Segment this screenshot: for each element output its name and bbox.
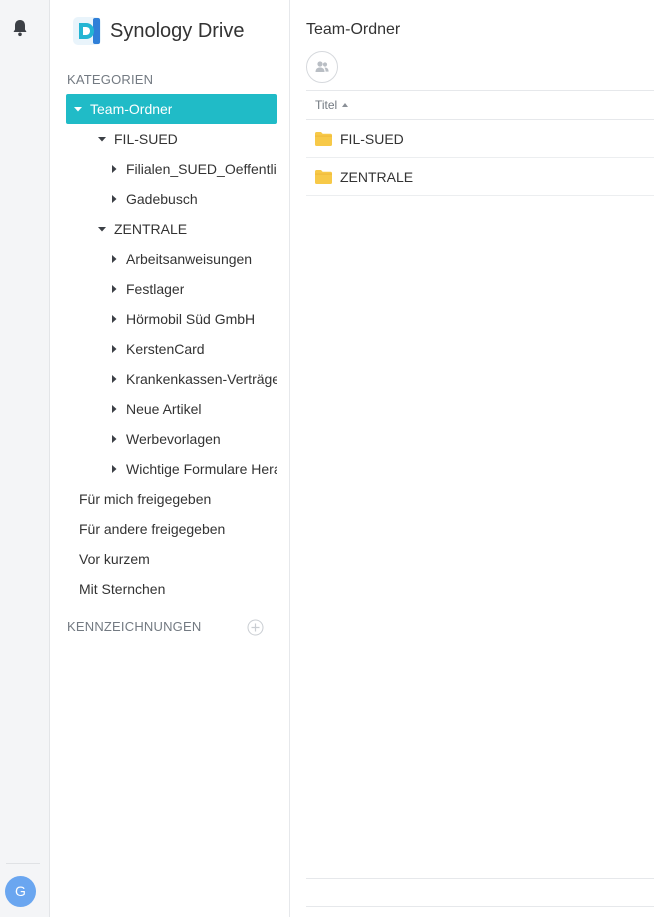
sidebar-tree-item-label: Team-Ordner [90,101,173,117]
synology-drive-app: G Synology Drive KATEGORIEN Team-Ordner F… [0,0,654,917]
synology-drive-logo-icon [73,17,101,45]
sidebar-nav-item[interactable]: Für andere freigegeben [66,514,277,544]
sidebar-tree-item-label: KerstenCard [126,341,205,357]
sidebar-tree-item-label: Arbeitsanweisungen [126,251,253,267]
sidebar-tree-item-label: Werbevorlagen [126,431,221,447]
sidebar-tree-item[interactable]: Werbevorlagen [66,424,277,454]
column-header-title[interactable]: Titel [306,90,654,120]
caret-down-icon[interactable] [98,135,106,143]
file-row-name: FIL-SUED [340,130,404,147]
sidebar-tree-item[interactable]: Gadebusch [66,184,277,214]
caret-right-icon[interactable] [110,375,118,383]
caret-right-icon[interactable] [110,345,118,353]
sidebar-tree-item-label: Gadebusch [126,191,198,207]
caret-down-icon[interactable] [98,225,106,233]
left-rail: G [0,0,50,917]
sidebar-tree-item[interactable]: Wichtige Formulare Herausgabe [66,454,277,484]
sidebar-tree-item[interactable]: Festlager [66,274,277,304]
app-title: Synology Drive [110,19,245,42]
caret-right-icon[interactable] [110,195,118,203]
tags-section-label: KENNZEICHNUNGEN [67,619,202,634]
caret-right-icon[interactable] [110,315,118,323]
folder-icon [315,169,332,184]
sidebar-nav-item[interactable]: Vor kurzem [66,544,277,574]
sidebar-tree-item[interactable]: ZENTRALE [66,214,277,244]
caret-down-icon[interactable] [74,105,82,113]
footer-divider-bottom [306,906,654,907]
brand: Synology Drive [70,14,245,48]
sidebar-tree-item[interactable]: Hörmobil Süd GmbH [66,304,277,334]
sidebar-nav-item[interactable]: Mit Sternchen [66,574,277,604]
page-title: Team-Ordner [306,21,401,38]
sidebar-tree-item-label: Festlager [126,281,185,297]
user-avatar[interactable]: G [5,876,36,907]
file-table: Titel FIL-SUED ZENTRALE [306,90,654,196]
file-row-name: ZENTRALE [340,168,414,185]
add-tag-icon[interactable] [247,619,264,636]
sidebar-tree-item-label: FIL-SUED [114,131,178,147]
file-row[interactable]: FIL-SUED [306,120,654,158]
members-icon [315,61,329,72]
caret-right-icon[interactable] [110,465,118,473]
sidebar-tree-item[interactable]: FIL-SUED [66,124,277,154]
file-row[interactable]: ZENTRALE [306,158,654,196]
sidebar-tree-item-label: Wichtige Formulare Herausgabe [126,461,277,477]
column-header-title-label: Titel [315,98,338,112]
sidebar: Synology Drive KATEGORIEN Team-Ordner FIL… [50,0,290,917]
main-panel: Team-Ordner Titel FIL-SUED ZENTRALE [290,0,654,917]
rail-divider [6,863,40,864]
sidebar-tree-item[interactable]: Neue Artikel [66,394,277,424]
caret-right-icon[interactable] [110,405,118,413]
footer-divider [306,878,654,879]
caret-right-icon[interactable] [110,285,118,293]
sidebar-tree-item[interactable]: Filialen_SUED_Oeffentlich [66,154,277,184]
sidebar-tree-item[interactable]: Krankenkassen-Verträge [66,364,277,394]
sidebar-tree-item-label: ZENTRALE [114,221,188,237]
notification-bell-icon[interactable] [11,18,29,38]
caret-right-icon[interactable] [110,435,118,443]
file-rows: FIL-SUED ZENTRALE [306,120,654,196]
categories-section-label: KATEGORIEN [67,72,154,87]
sidebar-tree-item-label: Neue Artikel [126,401,202,417]
caret-right-icon[interactable] [110,255,118,263]
sidebar-tree-item-label: Filialen_SUED_Oeffentlich [126,161,277,177]
sidebar-tree-item-label: Hörmobil Süd GmbH [126,311,256,327]
sidebar-tree-item[interactable]: Arbeitsanweisungen [66,244,277,274]
sidebar-tree-item-label: Krankenkassen-Verträge [126,371,277,387]
sidebar-tree-item[interactable]: Team-Ordner [66,94,277,124]
sidebar-nav-item[interactable]: Für mich freigegeben [66,484,277,514]
folder-icon [315,131,332,146]
caret-right-icon[interactable] [110,165,118,173]
sort-ascending-icon [342,103,349,107]
sidebar-tree-item[interactable]: KerstenCard [66,334,277,364]
members-button[interactable] [306,51,338,83]
